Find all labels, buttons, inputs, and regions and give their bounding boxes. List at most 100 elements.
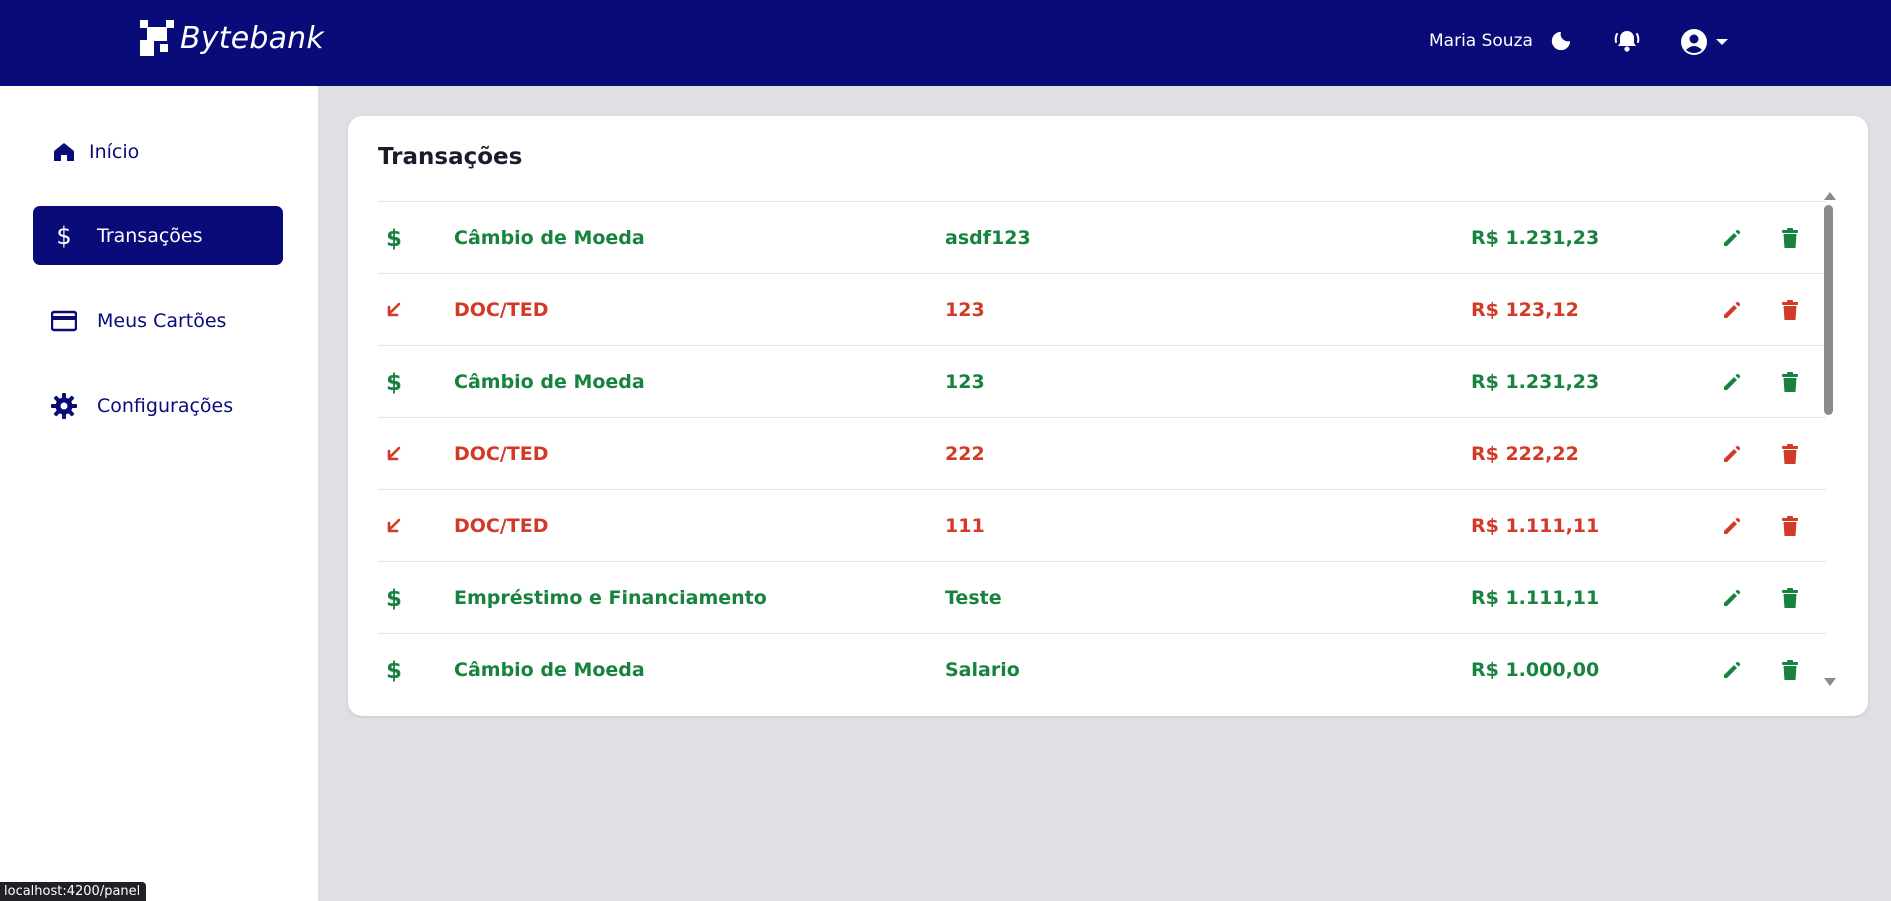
transaction-value: R$ 1.231,23 (1471, 371, 1600, 393)
delete-button[interactable] (1775, 634, 1805, 691)
svg-text:$: $ (56, 223, 71, 249)
transaction-row[interactable]: $ Câmbio de Moeda Salario R$ 1.000,00 (378, 634, 1826, 691)
trash-icon (1782, 300, 1798, 320)
home-icon (51, 139, 77, 165)
transaction-description: Salario (945, 659, 1020, 681)
svg-text:$: $ (386, 658, 402, 683)
status-bar-url: localhost:4200/panel (0, 882, 147, 901)
caret-down-icon (1716, 39, 1728, 45)
profile-menu[interactable] (1680, 25, 1736, 59)
edit-button[interactable] (1717, 490, 1747, 562)
scroll-down-arrow-icon[interactable] (1824, 678, 1836, 686)
transaction-row[interactable]: $ Empréstimo e Financiamento Teste R$ 1.… (378, 562, 1826, 634)
transaction-row[interactable]: DOC/TED 111 R$ 1.111,11 (378, 490, 1826, 562)
transaction-description: 111 (945, 515, 985, 537)
transactions-card: Transações $ Câmbio de Moeda asdf123 R$ … (348, 116, 1868, 716)
edit-button[interactable] (1717, 202, 1747, 274)
sidebar-item-label: Meus Cartões (97, 309, 227, 332)
transaction-value: R$ 1.111,11 (1471, 515, 1600, 537)
trash-icon (1782, 228, 1798, 248)
sidebar-item-inicio[interactable]: Início (33, 122, 283, 181)
trash-icon (1782, 660, 1798, 680)
pencil-icon (1724, 229, 1741, 246)
svg-text:$: $ (386, 586, 402, 611)
delete-button[interactable] (1775, 346, 1805, 418)
arrow-down-left-icon (380, 490, 408, 562)
transaction-value: R$ 1.231,23 (1471, 227, 1600, 249)
dollar-icon: $ (380, 202, 408, 274)
list-scrollbar[interactable] (1822, 192, 1836, 686)
user-name: Maria Souza (1429, 31, 1533, 51)
transaction-row[interactable]: $ Câmbio de Moeda asdf123 R$ 1.231,23 (378, 202, 1826, 274)
page-title: Transações (378, 144, 523, 170)
bytebank-logo[interactable]: Bytebank (140, 20, 324, 56)
transaction-description: Teste (945, 587, 1002, 609)
brand-name: Bytebank (180, 20, 324, 56)
delete-button[interactable] (1775, 202, 1805, 274)
edit-button[interactable] (1717, 346, 1747, 418)
transaction-type: DOC/TED (454, 443, 549, 465)
sidebar-item-transacoes[interactable]: $ Transações (33, 206, 283, 265)
bytebank-logo-mark (140, 20, 174, 56)
transaction-type: Câmbio de Moeda (454, 371, 645, 393)
transaction-type: Empréstimo e Financiamento (454, 587, 767, 609)
trash-icon (1782, 372, 1798, 392)
gear-icon (51, 392, 77, 419)
transaction-value: R$ 1.111,11 (1471, 587, 1600, 609)
top-bar: Bytebank Maria Souza (0, 0, 1891, 86)
arrow-down-left-icon (380, 418, 408, 490)
dark-mode-toggle[interactable] (1546, 26, 1576, 56)
edit-button[interactable] (1717, 634, 1747, 691)
pencil-icon (1724, 445, 1741, 462)
transaction-description: 123 (945, 371, 985, 393)
svg-text:$: $ (386, 226, 402, 251)
delete-button[interactable] (1775, 562, 1805, 634)
account-circle-icon (1681, 29, 1707, 55)
trash-icon (1782, 444, 1798, 464)
sidebar-item-meus-cartoes[interactable]: Meus Cartões (33, 291, 283, 350)
transaction-row[interactable]: $ Câmbio de Moeda 123 R$ 1.231,23 (378, 346, 1826, 418)
pencil-icon (1724, 661, 1741, 678)
svg-text:$: $ (386, 370, 402, 395)
transaction-value: R$ 222,22 (1471, 443, 1579, 465)
pencil-icon (1724, 301, 1741, 318)
transaction-row[interactable]: DOC/TED 222 R$ 222,22 (378, 418, 1826, 490)
delete-button[interactable] (1775, 418, 1805, 490)
scrollbar-thumb[interactable] (1824, 205, 1833, 415)
transaction-type: Câmbio de Moeda (454, 659, 645, 681)
transaction-description: asdf123 (945, 227, 1031, 249)
delete-button[interactable] (1775, 274, 1805, 346)
transaction-value: R$ 1.000,00 (1471, 659, 1600, 681)
transaction-description: 222 (945, 443, 985, 465)
edit-button[interactable] (1717, 562, 1747, 634)
pencil-icon (1724, 589, 1741, 606)
sidebar: Início $ Transações Meus Cartões Configu… (0, 86, 318, 901)
transaction-type: DOC/TED (454, 515, 549, 537)
sidebar-item-label: Transações (97, 224, 203, 247)
edit-button[interactable] (1717, 418, 1747, 490)
transaction-row[interactable]: DOC/TED 123 R$ 123,12 (378, 274, 1826, 346)
transaction-value: R$ 123,12 (1471, 299, 1579, 321)
edit-button[interactable] (1717, 274, 1747, 346)
scroll-up-arrow-icon[interactable] (1824, 192, 1836, 200)
transactions-list: $ Câmbio de Moeda asdf123 R$ 1.231,23 DO… (378, 201, 1826, 691)
moon-icon (1551, 31, 1571, 51)
trash-icon (1782, 516, 1798, 536)
pencil-icon (1724, 517, 1741, 534)
sidebar-item-configuracoes[interactable]: Configurações (33, 376, 283, 435)
delete-button[interactable] (1775, 490, 1805, 562)
transaction-type: DOC/TED (454, 299, 549, 321)
dollar-icon: $ (380, 346, 408, 418)
sidebar-item-label: Configurações (97, 394, 234, 417)
dollar-icon: $ (380, 634, 408, 691)
trash-icon (1782, 588, 1798, 608)
transaction-type: Câmbio de Moeda (454, 227, 645, 249)
bell-ring-icon (1614, 31, 1640, 52)
dollar-icon: $ (380, 562, 408, 634)
sidebar-item-label: Início (89, 140, 140, 163)
transaction-description: 123 (945, 299, 985, 321)
arrow-down-left-icon (380, 274, 408, 346)
pencil-icon (1724, 373, 1741, 390)
notifications-button[interactable] (1612, 26, 1642, 56)
credit-card-icon (51, 308, 77, 334)
